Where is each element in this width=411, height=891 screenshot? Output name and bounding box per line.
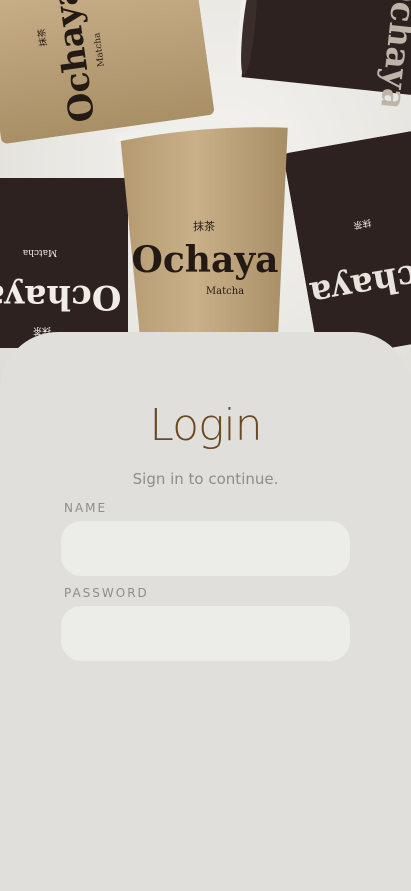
cup-sub-text: Matcha [206, 286, 244, 297]
cup-kraft-center: 抹茶 Ochaya Matcha [108, 112, 300, 337]
name-field[interactable] [61, 521, 350, 576]
login-screen: Ochaya Matcha 抹茶 Ochaya 抹茶 [0, 0, 411, 891]
cup-brand-text: Ochaya [131, 239, 278, 281]
cup-sub-text: Matcha [22, 247, 57, 257]
page-title: Login [149, 400, 262, 451]
cup-brand-text: Ochaya [0, 277, 121, 317]
cup-dark-top-right: Ochaya 抹茶 [232, 0, 411, 110]
cup-kanji-text: 抹茶 [193, 220, 215, 233]
page-subtitle: Sign in to continue. [132, 470, 279, 488]
cup-dark-right: Ochaya 抹茶 [283, 129, 411, 360]
name-field-label: NAME [64, 501, 108, 515]
password-field[interactable] [61, 606, 350, 661]
password-field-label: PASSWORD [64, 586, 149, 600]
